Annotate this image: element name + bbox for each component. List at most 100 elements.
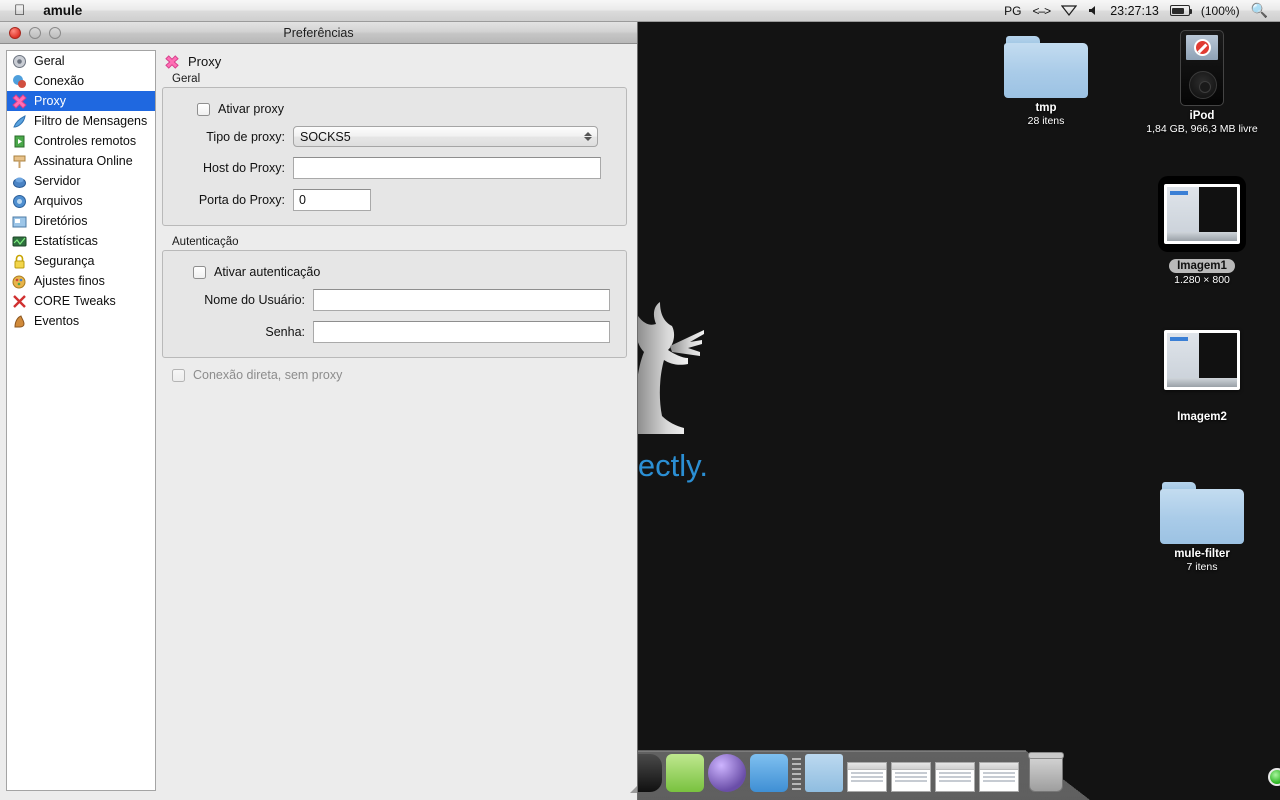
- window-resize-grip[interactable]: [628, 781, 638, 794]
- status-indicator-led: [1268, 768, 1280, 786]
- sidebar-item-controles-remotos[interactable]: Controles remotos: [7, 131, 155, 151]
- direct-connection-label: Conexão direta, sem proxy: [193, 368, 342, 382]
- preferences-window[interactable]: Preferências Geral Conexão: [0, 22, 638, 800]
- minimized-window-4[interactable]: [979, 762, 1019, 792]
- sidebar-item-label: Arquivos: [34, 194, 83, 208]
- folder-icon: [1160, 482, 1244, 544]
- sidebar-item-core-tweaks[interactable]: CORE Tweaks: [7, 291, 155, 311]
- documents-folder-icon[interactable]: [805, 754, 843, 792]
- desktop-icon-sublabel: 7 itens: [1138, 561, 1266, 574]
- desktop-icon-tmp[interactable]: tmp 28 itens: [982, 36, 1110, 128]
- enable-proxy-row[interactable]: Ativar proxy: [197, 102, 610, 116]
- menubar-clock[interactable]: 23:27:13: [1110, 4, 1159, 18]
- proxy-host-row[interactable]: Host do Proxy:: [179, 157, 610, 179]
- desktop-icon-imagem1[interactable]: Imagem1 1.280 × 800: [1138, 176, 1266, 287]
- sidebar-item-label: Controles remotos: [34, 134, 136, 148]
- folder-icon: [1004, 36, 1088, 98]
- notes-icon[interactable]: [666, 754, 704, 792]
- minimized-window-3[interactable]: [935, 762, 975, 792]
- battery-percentage: (100%): [1201, 4, 1240, 18]
- sidebar-item-label: Servidor: [34, 174, 81, 188]
- screenshot-thumbnail-icon: [1164, 330, 1240, 390]
- sidebar-item-estatisticas[interactable]: Estatísticas: [7, 231, 155, 251]
- desktop-icon-sublabel: 1.280 × 800: [1138, 274, 1266, 287]
- desktop-icon-label: mule-filter: [1138, 547, 1266, 561]
- username-row[interactable]: Nome do Usuário:: [179, 289, 610, 311]
- menu-bar[interactable]:  amule PG <–> 23:27:13 (100%) 🔍: [0, 0, 1280, 22]
- sidebar-item-label: Assinatura Online: [34, 154, 133, 168]
- sidebar-item-label: Eventos: [34, 314, 79, 328]
- proxy-icon: [12, 94, 27, 109]
- sidebar-item-proxy[interactable]: Proxy: [7, 91, 155, 111]
- minimized-window-2[interactable]: [891, 762, 931, 792]
- desktop-icon-label: tmp: [982, 101, 1110, 115]
- preferences-sidebar[interactable]: Geral Conexão Proxy: [6, 50, 156, 791]
- sidebar-item-label: Proxy: [34, 94, 66, 108]
- dock-separator: [792, 758, 801, 792]
- proxy-port-row[interactable]: Porta do Proxy:: [179, 189, 610, 211]
- spotlight-search-icon[interactable]: 🔍: [1251, 2, 1268, 19]
- ipod-icon: [1180, 30, 1224, 106]
- desktop-icon-mule-filter[interactable]: mule-filter 7 itens: [1138, 482, 1266, 574]
- proxy-icon: [164, 55, 180, 69]
- message-filter-icon: [12, 114, 27, 129]
- stepper-arrows-icon[interactable]: [582, 128, 593, 145]
- sidebar-item-servidor[interactable]: Servidor: [7, 171, 155, 191]
- pane-header: Proxy: [164, 54, 627, 69]
- server-icon: [12, 174, 27, 189]
- sidebar-item-filtro-de-mensagens[interactable]: Filtro de Mensagens: [7, 111, 155, 131]
- proxy-port-input[interactable]: [293, 189, 371, 211]
- sidebar-item-label: Geral: [34, 54, 65, 68]
- network-arrows-icon[interactable]: <–>: [1033, 4, 1051, 18]
- sidebar-item-geral[interactable]: Geral: [7, 51, 155, 71]
- enable-auth-checkbox[interactable]: [193, 266, 206, 279]
- window-title: Preferências: [0, 26, 637, 40]
- input-source-indicator[interactable]: PG: [1004, 4, 1021, 18]
- sidebar-item-diretorios[interactable]: Diretórios: [7, 211, 155, 231]
- statistics-icon: [12, 234, 27, 249]
- sidebar-item-label: Segurança: [34, 254, 94, 268]
- security-lock-icon: [12, 254, 27, 269]
- password-input[interactable]: [313, 321, 610, 343]
- sidebar-item-seguranca[interactable]: Segurança: [7, 251, 155, 271]
- fine-tuning-icon: [12, 274, 27, 289]
- desktop-icon-ipod[interactable]: iPod 1,84 GB, 966,3 MB livre: [1138, 30, 1266, 136]
- sidebar-item-label: Diretórios: [34, 214, 88, 228]
- directories-icon: [12, 214, 27, 229]
- sidebar-item-conexao[interactable]: Conexão: [7, 71, 155, 91]
- screenshot-thumbnail-icon: [1158, 176, 1246, 252]
- proxy-host-input[interactable]: [293, 157, 601, 179]
- volume-icon[interactable]: [1088, 5, 1099, 16]
- window-titlebar[interactable]: Preferências: [0, 22, 637, 44]
- proxy-type-select[interactable]: SOCKS5: [293, 126, 598, 147]
- sidebar-item-eventos[interactable]: Eventos: [7, 311, 155, 331]
- desktop-icon-sublabel: 1,84 GB, 966,3 MB livre: [1138, 123, 1266, 136]
- sidebar-item-assinatura-online[interactable]: Assinatura Online: [7, 151, 155, 171]
- proxy-port-label: Porta do Proxy:: [179, 193, 285, 207]
- direct-connection-checkbox[interactable]: [172, 369, 185, 382]
- apple-logo-icon[interactable]: : [14, 3, 25, 18]
- sidebar-item-arquivos[interactable]: Arquivos: [7, 191, 155, 211]
- sidebar-item-ajustes-finos[interactable]: Ajustes finos: [7, 271, 155, 291]
- group-autenticacao: Autenticação Ativar autenticação Nome do…: [162, 236, 627, 358]
- password-label: Senha:: [179, 325, 305, 339]
- xcode-icon[interactable]: [750, 754, 788, 792]
- password-row[interactable]: Senha:: [179, 321, 610, 343]
- username-label: Nome do Usuário:: [179, 293, 305, 307]
- cyberduck-icon[interactable]: [708, 754, 746, 792]
- desktop-icon-imagem2[interactable]: Imagem2: [1138, 330, 1266, 424]
- wifi-icon[interactable]: [1061, 5, 1077, 16]
- battery-icon[interactable]: [1170, 5, 1190, 16]
- minimized-window-1[interactable]: [847, 762, 887, 792]
- direct-connection-row[interactable]: Conexão direta, sem proxy: [172, 368, 627, 382]
- enable-proxy-checkbox[interactable]: [197, 103, 210, 116]
- sidebar-item-label: Filtro de Mensagens: [34, 114, 147, 128]
- proxy-type-row[interactable]: Tipo de proxy: SOCKS5: [179, 126, 610, 147]
- enable-auth-row[interactable]: Ativar autenticação: [193, 265, 610, 279]
- proxy-host-label: Host do Proxy:: [179, 161, 285, 175]
- enable-proxy-label: Ativar proxy: [218, 102, 284, 116]
- username-input[interactable]: [313, 289, 610, 311]
- screen: orrectly. tmp 28 itens iPod 1,84 GB, 966…: [0, 0, 1280, 800]
- trash-icon[interactable]: [1029, 754, 1063, 792]
- menubar-app-name[interactable]: amule: [43, 3, 82, 18]
